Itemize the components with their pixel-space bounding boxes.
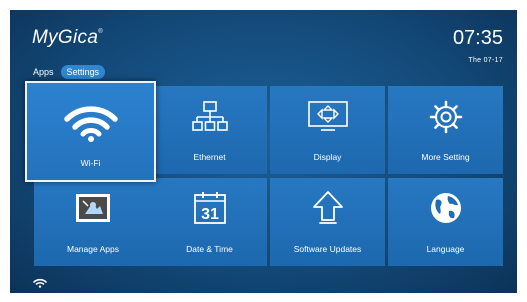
display-icon (307, 101, 348, 131)
brand-logo: MyGica® (32, 27, 103, 48)
tile-label: Date & Time (186, 244, 233, 254)
tile-date-time[interactable]: 31 Date & Time (152, 178, 267, 266)
tile-label: Display (313, 152, 342, 162)
tile-more-setting[interactable]: More Setting (388, 86, 503, 174)
update-arrow-icon (312, 191, 343, 224)
tile-label: Wi-Fi (80, 158, 101, 168)
tab-apps[interactable]: Apps (30, 65, 57, 79)
tile-language[interactable]: Language (388, 178, 503, 266)
gear-icon (429, 100, 462, 134)
tile-label: Manage Apps (67, 244, 119, 254)
clock-date: The 07-17 (468, 57, 503, 64)
settings-screen: MyGica® Apps Settings 07:35 The 07-17 Wi… (10, 10, 517, 293)
tile-label: More Setting (421, 152, 470, 162)
manage-apps-icon (76, 194, 110, 222)
top-tabs: Apps Settings (30, 65, 106, 79)
tile-ethernet[interactable]: Ethernet (152, 86, 267, 174)
calendar-icon: 31 (193, 192, 226, 224)
tile-wifi[interactable]: Wi-Fi (25, 81, 156, 182)
tile-manage-apps[interactable]: Manage Apps (34, 178, 152, 266)
tile-label: Ethernet (193, 152, 226, 162)
ethernet-icon (191, 101, 228, 131)
calendar-day-number: 31 (201, 206, 219, 223)
tile-display[interactable]: Display (270, 86, 385, 174)
tile-label: Language (426, 244, 465, 254)
tile-label: Software Updates (293, 244, 362, 254)
clock-time: 07:35 (452, 27, 503, 49)
tab-settings[interactable]: Settings (60, 65, 106, 79)
wifi-icon (63, 106, 118, 142)
wifi-status-icon (33, 278, 47, 288)
tile-software-updates[interactable]: Software Updates (270, 178, 385, 266)
globe-icon (430, 193, 461, 223)
